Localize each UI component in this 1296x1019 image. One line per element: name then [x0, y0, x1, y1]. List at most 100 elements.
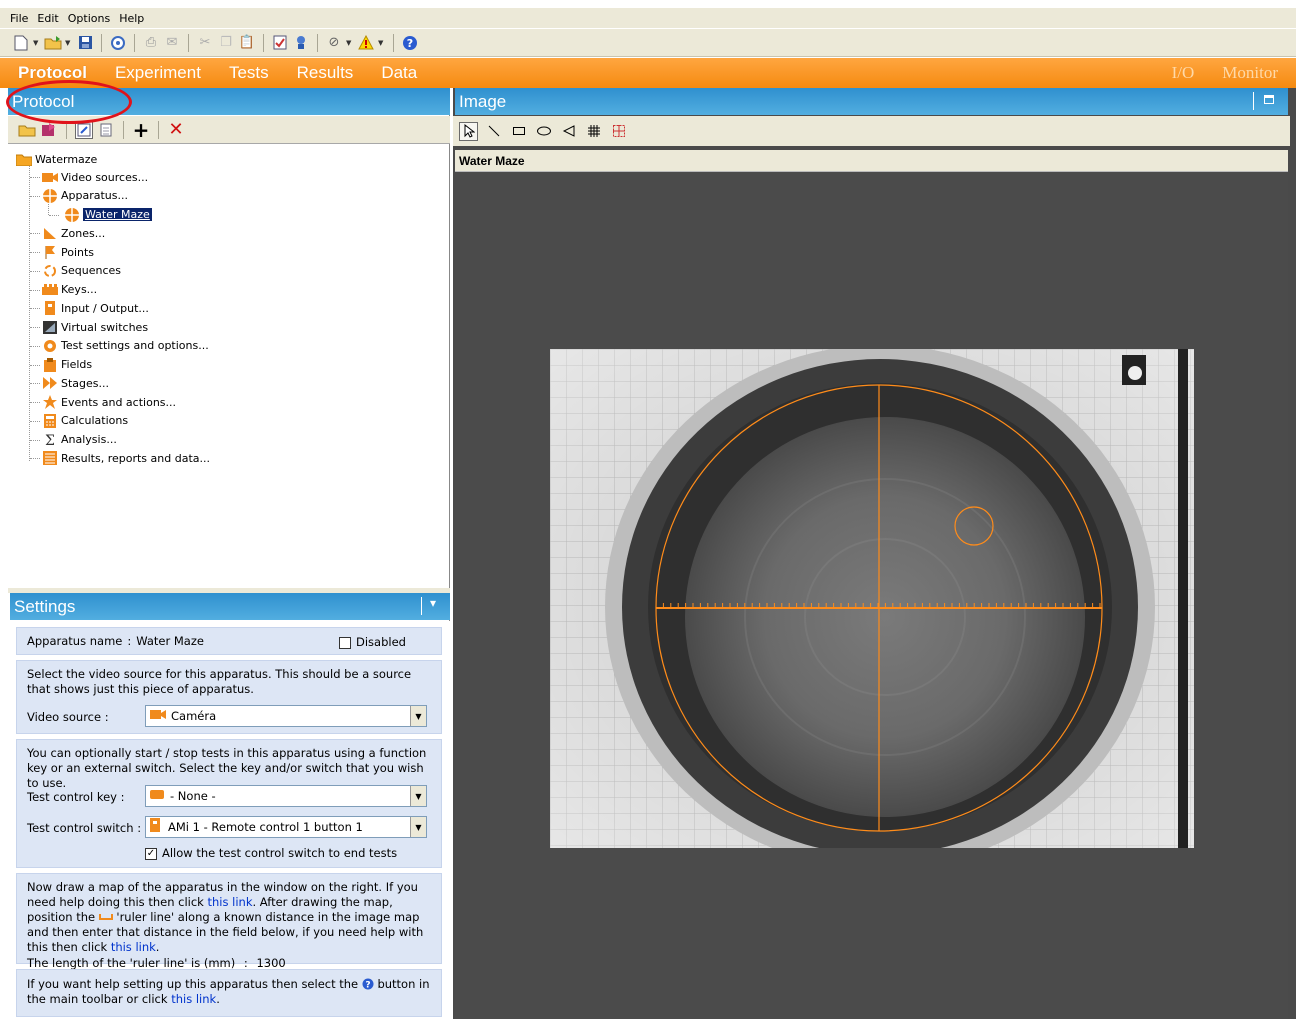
zone-grid-tool-icon[interactable]: [609, 122, 628, 141]
tree-root-watermaze[interactable]: Watermaze: [16, 150, 97, 168]
help-link[interactable]: this link: [171, 992, 216, 1006]
tree-guide-line: [48, 204, 49, 215]
add-icon[interactable]: +: [132, 118, 150, 142]
apparatus-name-value[interactable]: Water Maze: [136, 634, 204, 649]
calculator-icon: [42, 413, 58, 428]
disabled-checkbox[interactable]: [339, 636, 351, 649]
tree-item[interactable]: Calculations: [42, 412, 128, 430]
help-icon[interactable]: ?: [401, 34, 419, 52]
tree-item[interactable]: Events and actions...: [42, 393, 176, 411]
allow-end-row[interactable]: ✓ Allow the test control switch to end t…: [145, 846, 397, 861]
apparatus-name-label: Apparatus name: [27, 633, 123, 648]
document-icon[interactable]: [97, 121, 115, 139]
remote-icon: [150, 818, 160, 836]
tree-item[interactable]: Fields: [42, 356, 92, 374]
test-control-switch-select[interactable]: AMi 1 - Remote control 1 button 1 ▼: [145, 816, 427, 838]
toolbar-divider: [393, 33, 394, 52]
message-icon[interactable]: ✉: [163, 34, 181, 52]
map-help-link[interactable]: this link: [208, 895, 253, 909]
maximize-icon[interactable]: [1264, 95, 1274, 104]
video-source-label: Video source :: [27, 710, 109, 724]
io-icon: [42, 301, 58, 316]
menu-edit[interactable]: Edit: [37, 12, 58, 25]
tab-experiment[interactable]: Experiment: [107, 63, 209, 83]
tab-monitor[interactable]: Monitor: [1214, 63, 1286, 83]
print-icon[interactable]: ⎙: [142, 34, 160, 52]
warning-dropdown-icon[interactable]: ▼: [378, 39, 386, 47]
map-instructions-text: Now draw a map of the apparatus in the w…: [27, 878, 431, 955]
checklist-icon[interactable]: [271, 34, 289, 52]
ruler-ticks: [655, 603, 1101, 608]
tree-item-label: Fields: [61, 358, 93, 371]
tree-guide-line: [30, 270, 40, 272]
tree-item[interactable]: Video sources...: [42, 168, 148, 186]
paste-icon[interactable]: 📋: [238, 34, 256, 52]
test-control-key-select[interactable]: - None - ▼: [145, 785, 427, 807]
line-tool-icon[interactable]: [484, 122, 503, 141]
header-divider: [1253, 92, 1254, 110]
wizard-icon[interactable]: [292, 34, 310, 52]
warning-icon[interactable]: [357, 34, 375, 52]
video-source-select[interactable]: Caméra ▼: [145, 705, 427, 727]
main-toolbar: ▼ ▼ ⎙ ✉ ✂ ❐ 📋 ⊘ ▼ ▼ ?: [0, 29, 1296, 57]
tab-data[interactable]: Data: [373, 63, 425, 83]
open-dropdown-icon[interactable]: ▼: [65, 39, 73, 47]
preview-icon[interactable]: [109, 34, 127, 52]
rectangle-tool-icon[interactable]: [509, 122, 528, 141]
wall-edge: [1178, 349, 1188, 848]
tree-item[interactable]: Water Maze: [64, 206, 152, 224]
options-icon[interactable]: ⊘: [325, 34, 343, 52]
toolbar-divider: [123, 120, 124, 139]
image-caption: Water Maze: [455, 150, 1288, 172]
tree-item[interactable]: Sequences: [42, 262, 121, 280]
allow-end-checkbox[interactable]: ✓: [145, 847, 157, 860]
new-icon[interactable]: [12, 34, 30, 52]
water-maze-camera-image[interactable]: [550, 349, 1194, 848]
ruler-help-link[interactable]: this link: [111, 940, 156, 954]
tree-guide-line: [30, 383, 40, 385]
tree-item-label: Virtual switches: [61, 320, 149, 334]
save-icon[interactable]: [76, 34, 94, 52]
disabled-checkbox-row[interactable]: Disabled: [339, 635, 406, 650]
open-icon[interactable]: [44, 34, 62, 52]
pointer-tool-icon[interactable]: [459, 121, 478, 141]
apparatus-icon: [42, 188, 58, 203]
tree-item[interactable]: Keys...: [42, 281, 97, 299]
tree-item[interactable]: Σ Analysis...: [42, 431, 117, 449]
menu-options[interactable]: Options: [68, 12, 110, 25]
tree-item[interactable]: Results, reports and data...: [42, 449, 210, 467]
delete-icon[interactable]: ✕: [167, 119, 185, 140]
tree-guide-line: [30, 420, 40, 422]
chevron-down-icon[interactable]: ▼: [410, 817, 426, 837]
tree-guide-line: [30, 345, 40, 347]
new-dropdown-icon[interactable]: ▼: [33, 39, 41, 47]
collapse-icon[interactable]: ▾: [430, 596, 436, 610]
tree-item[interactable]: Zones...: [42, 224, 105, 242]
menu-help[interactable]: Help: [119, 12, 144, 25]
chevron-down-icon[interactable]: ▼: [410, 706, 426, 726]
tab-tests[interactable]: Tests: [221, 63, 277, 83]
menu-file[interactable]: File: [10, 12, 28, 25]
tree-item-label: Apparatus...: [61, 189, 128, 203]
ruler-length-value[interactable]: 1300: [256, 956, 285, 970]
grid-tool-icon[interactable]: [584, 122, 603, 141]
tab-io[interactable]: I/O: [1164, 63, 1203, 83]
tree-item[interactable]: Apparatus...: [42, 187, 128, 205]
gear-icon: [42, 339, 58, 353]
allow-end-label: Allow the test control switch to end tes…: [162, 846, 398, 860]
open-folder-icon[interactable]: [18, 121, 36, 139]
cut-icon[interactable]: ✂: [196, 34, 214, 52]
help-box: If you want help setting up this apparat…: [16, 969, 442, 1017]
options-dropdown-icon[interactable]: ▼: [346, 39, 354, 47]
tab-results[interactable]: Results: [289, 63, 362, 83]
test-control-switch-value: AMi 1 - Remote control 1 button 1: [168, 819, 363, 834]
polygon-tool-icon[interactable]: [559, 122, 578, 141]
ellipse-tool-icon[interactable]: [534, 122, 553, 141]
tree-item[interactable]: Stages...: [42, 374, 109, 392]
chevron-down-icon[interactable]: ▼: [410, 786, 426, 806]
tree-item[interactable]: Points: [42, 243, 94, 261]
tree-item[interactable]: Input / Output...: [42, 299, 149, 317]
tree-item[interactable]: Test settings and options...: [42, 337, 209, 355]
tree-item[interactable]: Virtual switches: [42, 318, 148, 336]
copy-icon[interactable]: ❐: [217, 34, 235, 52]
